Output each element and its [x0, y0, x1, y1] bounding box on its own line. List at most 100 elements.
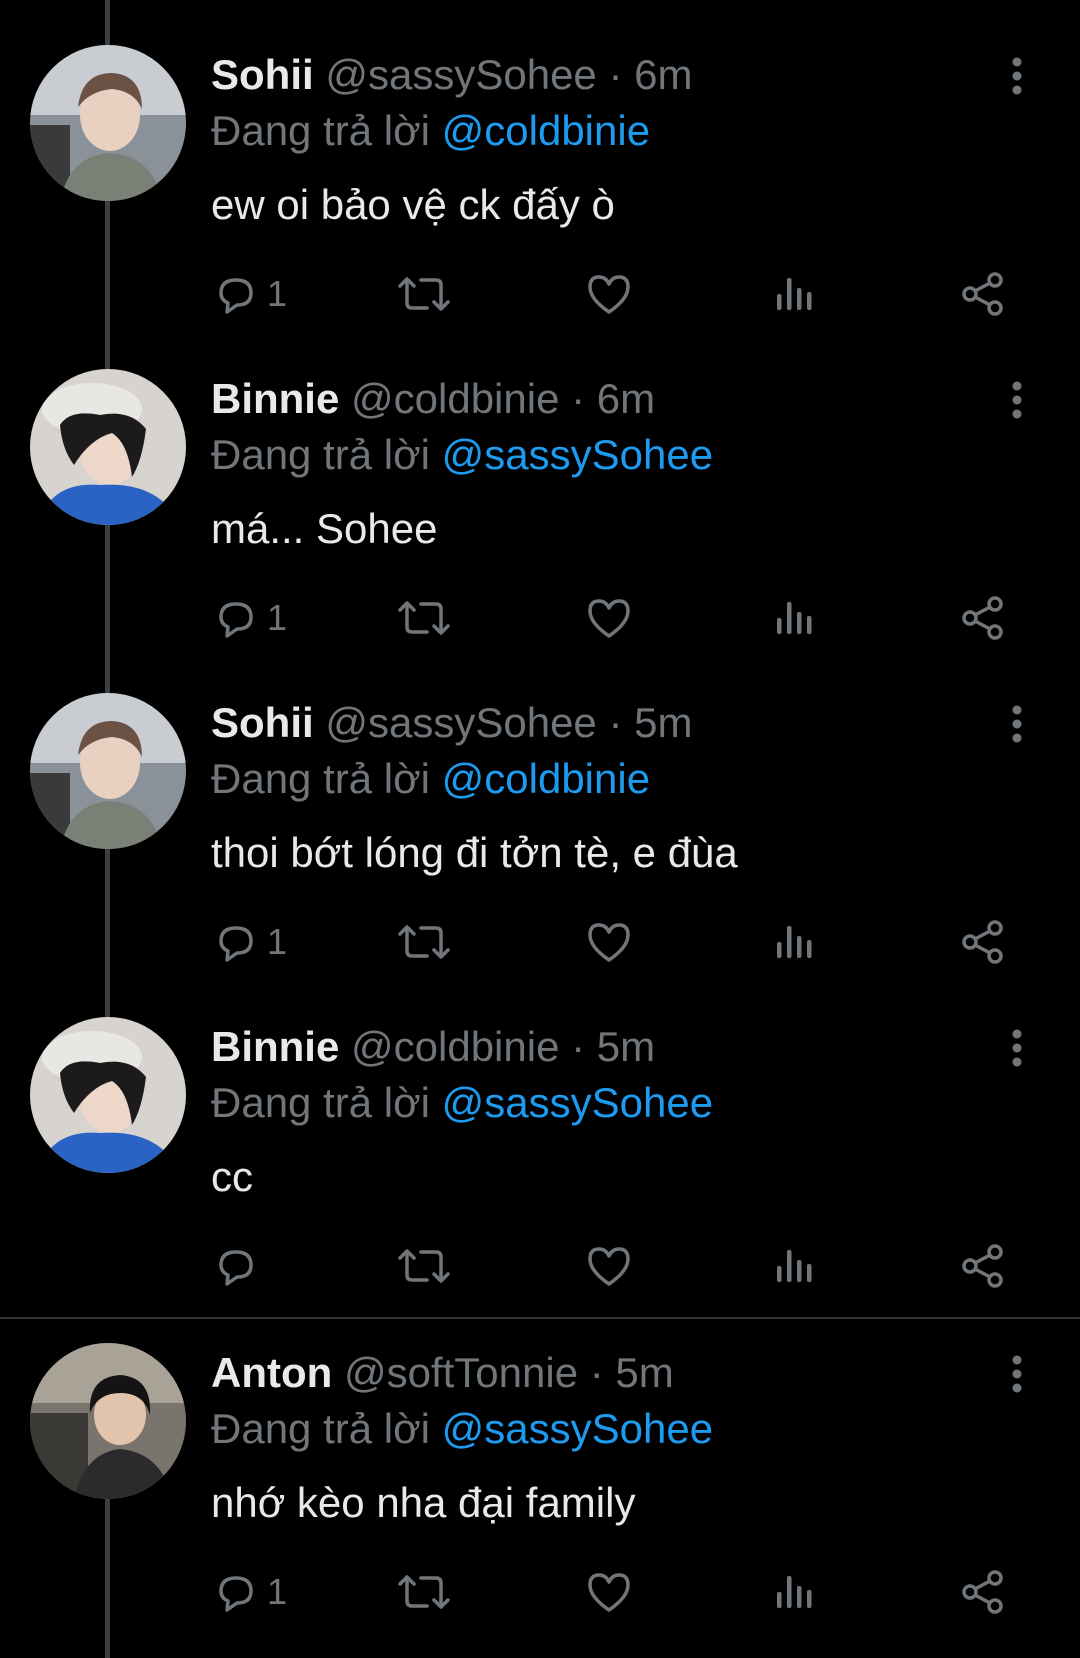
action-bar: 1	[0, 592, 1080, 644]
timestamp[interactable]: · 5m	[571, 1023, 655, 1070]
share-icon	[962, 1244, 1003, 1288]
heart-icon	[588, 923, 630, 962]
reply-button[interactable]: 1	[213, 916, 287, 968]
tweet[interactable]: Binnie @coldbinie · 6m Đang trả lời @sas…	[0, 324, 1080, 648]
timestamp[interactable]: · 5m	[590, 1349, 674, 1396]
tweet-header: Sohii @sassySohee · 5m	[211, 696, 692, 750]
more-vertical-icon	[1012, 381, 1022, 419]
retweet-button[interactable]	[396, 268, 452, 320]
timestamp[interactable]: · 6m	[608, 51, 692, 98]
retweet-button[interactable]	[396, 592, 452, 644]
reply-count: 1	[267, 597, 288, 638]
more-options-button[interactable]	[1000, 704, 1034, 744]
reply-icon	[219, 278, 253, 314]
share-button[interactable]	[960, 268, 1006, 320]
timestamp[interactable]: · 5m	[608, 699, 692, 746]
more-options-button[interactable]	[1000, 380, 1034, 420]
tweet-header: Sohii @sassySohee · 6m	[211, 48, 692, 102]
display-name[interactable]: Binnie	[211, 1023, 339, 1070]
share-button[interactable]	[960, 1240, 1006, 1292]
more-options-button[interactable]	[1000, 1028, 1034, 1068]
replying-to: Đang trả lời @coldbinie	[211, 752, 650, 806]
replying-label: Đang trả lời	[211, 431, 430, 478]
reply-icon	[219, 926, 253, 962]
views-button[interactable]	[775, 268, 815, 320]
avatar[interactable]	[30, 1343, 186, 1499]
tweet-text: má... Sohee	[211, 505, 438, 552]
retweet-button[interactable]	[396, 1240, 452, 1292]
replying-label: Đang trả lời	[211, 755, 430, 802]
display-name[interactable]: Anton	[211, 1349, 332, 1396]
retweet-button[interactable]	[396, 916, 452, 968]
reply-count: 1	[267, 921, 288, 962]
action-bar	[0, 1240, 1080, 1292]
timestamp[interactable]: · 6m	[571, 375, 655, 422]
user-handle[interactable]: @sassySohee	[325, 51, 596, 98]
reply-count: 1	[267, 1571, 288, 1612]
tweet-header: Anton @softTonnie · 5m	[211, 1346, 674, 1400]
share-button[interactable]	[960, 916, 1006, 968]
heart-icon	[588, 275, 630, 314]
views-button[interactable]	[775, 1566, 815, 1618]
like-button[interactable]	[586, 916, 632, 968]
views-button[interactable]	[775, 1240, 815, 1292]
more-vertical-icon	[1012, 705, 1022, 743]
like-button[interactable]	[586, 1566, 632, 1618]
heart-icon	[588, 1573, 630, 1612]
mention-link[interactable]: @coldbinie	[442, 755, 650, 802]
more-options-button[interactable]	[1000, 1354, 1034, 1394]
views-button[interactable]	[775, 592, 815, 644]
user-handle[interactable]: @coldbinie	[351, 1023, 559, 1070]
user-handle[interactable]: @softTonnie	[344, 1349, 578, 1396]
retweet-icon	[398, 277, 450, 311]
avatar[interactable]	[30, 45, 186, 201]
avatar[interactable]	[30, 1017, 186, 1173]
reply-icon	[219, 602, 253, 638]
tweet[interactable]: Sohii @sassySohee · 5m Đang trả lời @col…	[0, 648, 1080, 972]
tweet[interactable]: Sohii @sassySohee · 6m Đang trả lời @col…	[0, 0, 1080, 324]
mention-link[interactable]: @sassySohee	[442, 1079, 713, 1126]
action-bar: 1	[0, 916, 1080, 968]
views-icon	[777, 1576, 812, 1608]
share-button[interactable]	[960, 1566, 1006, 1618]
retweet-button[interactable]	[396, 1566, 452, 1618]
mention-link[interactable]: @sassySohee	[442, 1405, 713, 1452]
avatar[interactable]	[30, 693, 186, 849]
reply-button[interactable]: 1	[213, 268, 287, 320]
replying-to: Đang trả lời @coldbinie	[211, 104, 650, 158]
like-button[interactable]	[586, 1240, 632, 1292]
tweet-text: thoi bớt lóng đi tởn tè, e đùa	[211, 829, 738, 876]
reply-button[interactable]: 1	[213, 592, 287, 644]
tweet[interactable]: Anton @softTonnie · 5m Đang trả lời @sas…	[0, 1298, 1080, 1658]
more-vertical-icon	[1012, 1029, 1022, 1067]
reply-button[interactable]	[213, 1240, 267, 1292]
display-name[interactable]: Binnie	[211, 375, 339, 422]
mention-link[interactable]: @sassySohee	[442, 431, 713, 478]
replying-to: Đang trả lời @sassySohee	[211, 428, 713, 482]
share-button[interactable]	[960, 592, 1006, 644]
retweet-icon	[398, 601, 450, 635]
display-name[interactable]: Sohii	[211, 51, 314, 98]
like-button[interactable]	[586, 268, 632, 320]
retweet-icon	[398, 925, 450, 959]
heart-icon	[588, 599, 630, 638]
mention-link[interactable]: @coldbinie	[442, 107, 650, 154]
more-vertical-icon	[1012, 1355, 1022, 1393]
user-handle[interactable]: @sassySohee	[325, 699, 596, 746]
more-options-button[interactable]	[1000, 56, 1034, 96]
retweet-icon	[398, 1575, 450, 1609]
views-icon	[777, 278, 812, 310]
share-icon	[962, 920, 1003, 964]
replying-label: Đang trả lời	[211, 1405, 430, 1452]
user-handle[interactable]: @coldbinie	[351, 375, 559, 422]
tweet[interactable]: Binnie @coldbinie · 5m Đang trả lời @sas…	[0, 972, 1080, 1296]
like-button[interactable]	[586, 592, 632, 644]
views-button[interactable]	[775, 916, 815, 968]
reply-button[interactable]: 1	[213, 1566, 287, 1618]
replying-to: Đang trả lời @sassySohee	[211, 1402, 713, 1456]
avatar[interactable]	[30, 369, 186, 525]
share-icon	[962, 1570, 1003, 1614]
display-name[interactable]: Sohii	[211, 699, 314, 746]
action-bar: 1	[0, 1566, 1080, 1618]
views-icon	[777, 926, 812, 958]
